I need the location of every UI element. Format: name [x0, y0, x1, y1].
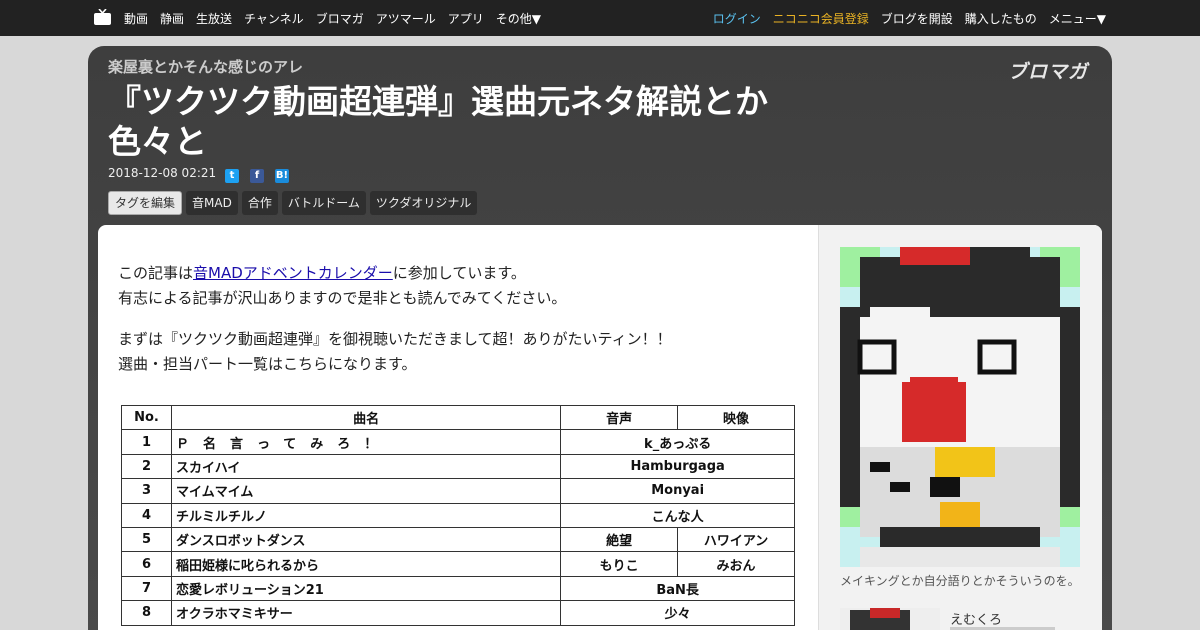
nav-blomaga[interactable]: ブロマガ: [316, 10, 364, 27]
row-voice: Monyai: [560, 478, 795, 504]
channel-description: メイキングとか自分語りとかそういうのを。: [840, 574, 1080, 588]
row-voice: もりこ: [560, 551, 679, 577]
row-no: 3: [121, 478, 172, 504]
tag-item[interactable]: ツクダオリジナル: [369, 191, 478, 215]
row-no: 4: [121, 502, 172, 528]
row-no: 8: [121, 600, 172, 626]
row-voice: Hamburgaga: [560, 453, 795, 480]
nav-live[interactable]: 生放送: [196, 10, 232, 27]
table-row: 8 オクラホマミキサー 少々: [121, 600, 795, 626]
nav-video[interactable]: 動画: [124, 10, 148, 27]
tag-item[interactable]: バトルドーム: [281, 191, 366, 215]
global-nav-links: 動画 静画 生放送 チャンネル ブロマガ アツマール アプリ その他▼: [124, 0, 553, 36]
row-video: みおん: [677, 551, 795, 577]
open-blog-link[interactable]: ブログを開設: [881, 10, 953, 27]
twitter-share-icon[interactable]: t: [225, 169, 239, 183]
author-name[interactable]: えむくろ: [950, 609, 1002, 628]
register-link[interactable]: ニコニコ会員登録: [773, 10, 869, 27]
row-no: 7: [121, 575, 172, 602]
row-video: ハワイアン: [677, 526, 795, 553]
edit-tags-button[interactable]: タグを編集: [108, 191, 183, 215]
row-title: ダンスロボットダンス: [170, 526, 562, 553]
row-no: 2: [121, 453, 172, 480]
tag-item[interactable]: 音MAD: [186, 191, 238, 215]
article-title: 『ツクツク動画超連弾』選曲元ネタ解説とか色々と: [108, 82, 768, 161]
row-voice: k_あっぷる: [560, 429, 795, 455]
table-row: 6 稲田姫様に叱られるから もりこ みおん: [121, 551, 795, 577]
table-row: 3 マイムマイム Monyai: [121, 478, 795, 504]
nav-app[interactable]: アプリ: [448, 10, 484, 27]
row-title: スカイハイ: [170, 453, 562, 480]
nav-seiga[interactable]: 静画: [160, 10, 184, 27]
intro-text: この記事は: [118, 264, 194, 282]
intro-paragraph: この記事は音MADアドベントカレンダーに参加しています。 有志による記事が沢山あ…: [118, 261, 566, 311]
niconico-tv-icon[interactable]: [94, 9, 111, 25]
row-voice: 少々: [560, 600, 795, 626]
channel-name[interactable]: 楽屋裏とかそんな感じのアレ: [108, 56, 303, 77]
nav-channel[interactable]: チャンネル: [244, 10, 304, 27]
row-voice: BaN長: [560, 575, 795, 602]
author-thumbnail[interactable]: [840, 608, 940, 630]
login-link[interactable]: ログイン: [713, 10, 761, 27]
tag-item[interactable]: 合作: [241, 191, 278, 215]
thanks-text: まずは『ツクツク動画超連弾』を御視聴いただきまして超！ありがたいティン！！: [118, 330, 672, 348]
nav-other-dropdown[interactable]: その他▼: [496, 10, 541, 27]
row-title: チルミルチルノ: [170, 502, 562, 528]
nav-atsumaru[interactable]: アツマール: [376, 10, 436, 27]
thanks-text: 選曲・担当パート一覧はこちらになります。: [118, 355, 417, 373]
menu-dropdown[interactable]: メニュー▼: [1049, 10, 1106, 27]
row-title: 恋愛レボリューション21: [170, 575, 562, 602]
header-title: 曲名: [170, 404, 562, 431]
row-title: Ｐ名言ってみろ！: [170, 429, 562, 455]
row-title: 稲田姫様に叱られるから: [170, 551, 562, 577]
header-voice: 音声: [560, 404, 679, 431]
hatena-bookmark-icon[interactable]: B!: [275, 169, 289, 183]
table-row: 4 チルミルチルノ こんな人: [121, 502, 795, 528]
row-title: オクラホマミキサー: [170, 600, 562, 626]
row-voice: こんな人: [560, 502, 795, 528]
header-no: No.: [121, 404, 172, 431]
row-title: マイムマイム: [170, 478, 562, 504]
facebook-share-icon[interactable]: f: [250, 169, 264, 183]
row-no: 1: [121, 429, 172, 455]
advent-calendar-link[interactable]: 音MADアドベントカレンダー: [193, 264, 393, 282]
blomaga-logo[interactable]: ブロマガ: [1008, 57, 1088, 84]
user-nav-links: ログイン ニコニコ会員登録 ブログを開設 購入したもの メニュー▼: [701, 0, 1106, 36]
row-no: 5: [121, 526, 172, 553]
tag-list: タグを編集 音MAD 合作 バトルドーム ツクダオリジナル: [108, 191, 478, 215]
song-part-table: No. 曲名 音声 映像 1 Ｐ名言ってみろ！ k_あっぷる 2 スカイハイ H…: [121, 404, 795, 626]
channel-avatar-image[interactable]: [840, 247, 1080, 567]
thanks-paragraph: まずは『ツクツク動画超連弾』を御視聴いただきまして超！ありがたいティン！！ 選曲…: [118, 327, 672, 377]
top-navigation: 動画 静画 生放送 チャンネル ブロマガ アツマール アプリ その他▼ ログイン…: [0, 0, 1200, 36]
table-row: 1 Ｐ名言ってみろ！ k_あっぷる: [121, 429, 795, 455]
table-row: 2 スカイハイ Hamburgaga: [121, 453, 795, 480]
table-header-row: No. 曲名 音声 映像: [121, 404, 795, 431]
row-no: 6: [121, 551, 172, 577]
table-row: 7 恋愛レボリューション21 BaN長: [121, 575, 795, 602]
intro-text: に参加しています。: [392, 264, 526, 282]
publish-date: 2018-12-08 02:21: [108, 166, 217, 180]
row-voice: 絶望: [560, 526, 679, 553]
header-video: 映像: [677, 404, 795, 431]
purchased-link[interactable]: 購入したもの: [965, 10, 1037, 27]
table-row: 5 ダンスロボットダンス 絶望 ハワイアン: [121, 526, 795, 553]
intro-text: 有志による記事が沢山ありますので是非とも読んでみてください。: [118, 289, 567, 307]
